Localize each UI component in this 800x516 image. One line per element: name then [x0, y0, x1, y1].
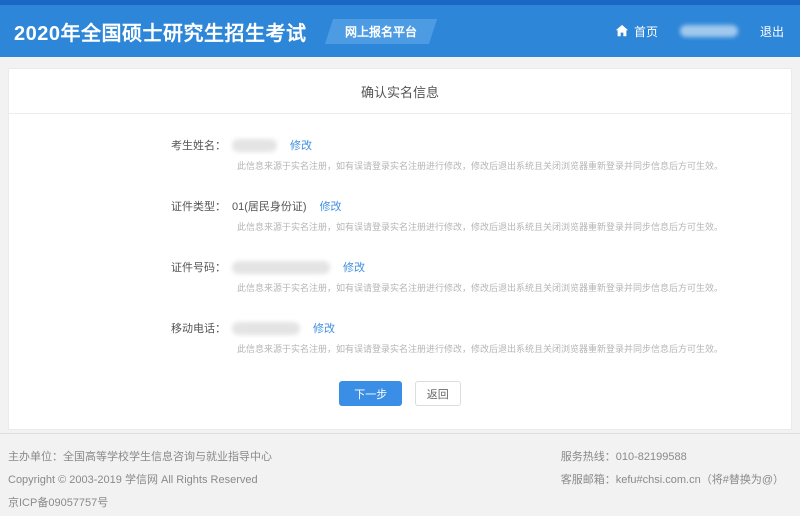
footer: 主办单位：全国高等学校学生信息咨询与就业指导中心 Copyright © 200… — [0, 433, 800, 516]
name-value-redacted — [232, 139, 277, 152]
footer-email: 客服邮箱：kefu#chsi.com.cn（将#替换为@） — [561, 469, 784, 492]
realname-form: 考生姓名： 修改 此信息来源于实名注册，如有误请登录实名注册进行修改，修改后退出… — [9, 114, 791, 429]
idnumber-hint: 此信息来源于实名注册，如有误请登录实名注册进行修改，修改后退出系统且关闭浏览器重… — [237, 282, 771, 294]
footer-hotline: 服务热线：010-82199588 — [561, 446, 784, 469]
phone-hint: 此信息来源于实名注册，如有误请登录实名注册进行修改，修改后退出系统且关闭浏览器重… — [237, 343, 771, 355]
idtype-hint: 此信息来源于实名注册，如有误请登录实名注册进行修改，修改后退出系统且关闭浏览器重… — [237, 221, 771, 233]
footer-left: 主办单位：全国高等学校学生信息咨询与就业指导中心 Copyright © 200… — [8, 446, 272, 516]
field-row-idtype: 证件类型： 01(居民身份证) 修改 此信息来源于实名注册，如有误请登录实名注册… — [9, 198, 791, 233]
idnumber-value-redacted — [232, 261, 330, 274]
username-redacted — [680, 25, 738, 37]
form-actions: 下一步 返回 — [9, 381, 791, 429]
idtype-modify-link[interactable]: 修改 — [320, 198, 342, 214]
platform-badge: 网上报名平台 — [324, 19, 436, 44]
idnumber-label: 证件号码： — [9, 259, 226, 275]
phone-value-redacted — [232, 322, 300, 335]
next-step-button[interactable]: 下一步 — [339, 381, 402, 406]
field-row-name: 考生姓名： 修改 此信息来源于实名注册，如有误请登录实名注册进行修改，修改后退出… — [9, 137, 791, 172]
footer-right: 服务热线：010-82199588 客服邮箱：kefu#chsi.com.cn（… — [561, 446, 784, 516]
field-row-phone: 移动电话： 修改 此信息来源于实名注册，如有误请登录实名注册进行修改，修改后退出… — [9, 320, 791, 355]
field-row-idnumber: 证件号码： 修改 此信息来源于实名注册，如有误请登录实名注册进行修改，修改后退出… — [9, 259, 791, 294]
logout-link[interactable]: 退出 — [760, 23, 784, 40]
name-hint: 此信息来源于实名注册，如有误请登录实名注册进行修改，修改后退出系统且关闭浏览器重… — [237, 160, 771, 172]
confirm-card: 确认实名信息 考生姓名： 修改 此信息来源于实名注册，如有误请登录实名注册进行修… — [8, 68, 792, 430]
header-nav: 首页 退出 — [615, 23, 784, 40]
page-title: 确认实名信息 — [9, 69, 791, 114]
platform-badge-label: 网上报名平台 — [345, 23, 417, 40]
footer-icp: 京ICP备09057757号 — [8, 492, 272, 515]
site-title: 2020年全国硕士研究生招生考试 — [14, 17, 307, 46]
idtype-label: 证件类型： — [9, 198, 226, 214]
footer-copyright: Copyright © 2003-2019 学信网 All Rights Res… — [8, 469, 272, 492]
nav-home-link[interactable]: 首页 — [615, 23, 658, 40]
name-modify-link[interactable]: 修改 — [290, 137, 312, 153]
idtype-value: 01(居民身份证) — [232, 198, 307, 214]
nav-home-label: 首页 — [634, 23, 658, 40]
home-icon — [615, 24, 629, 38]
phone-label: 移动电话： — [9, 320, 226, 336]
idnumber-modify-link[interactable]: 修改 — [343, 259, 365, 275]
name-label: 考生姓名： — [9, 137, 226, 153]
footer-organizer: 主办单位：全国高等学校学生信息咨询与就业指导中心 — [8, 446, 272, 469]
back-button[interactable]: 返回 — [415, 381, 461, 406]
header: 2020年全国硕士研究生招生考试 网上报名平台 首页 退出 — [0, 5, 800, 57]
phone-modify-link[interactable]: 修改 — [313, 320, 335, 336]
